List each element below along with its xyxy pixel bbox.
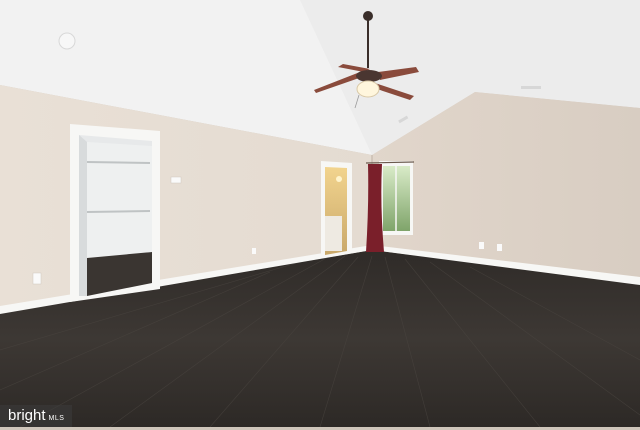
closet-back-wall [87,142,152,258]
smoke-detector [58,32,76,50]
bath-light [336,176,342,182]
fan-light [356,80,380,98]
watermark-brand: bright [8,407,46,424]
room-illustration [0,0,640,427]
fan-canopy [363,11,373,21]
fan-motor [356,70,382,82]
room-photo [0,0,640,427]
outlet-left [32,272,42,285]
outlet-right-1 [479,242,484,249]
ceiling-vent [521,86,541,89]
outlet-wall [252,248,256,254]
closet-door-jamb [79,135,87,296]
outlet-right-2 [497,244,502,251]
curtain [366,164,384,252]
closet-shelf-upper [86,161,151,164]
bath-vanity [325,216,342,251]
watermark: bright MLS [0,405,73,427]
closet-shelf-lower [86,210,151,213]
light-switch [170,176,182,184]
